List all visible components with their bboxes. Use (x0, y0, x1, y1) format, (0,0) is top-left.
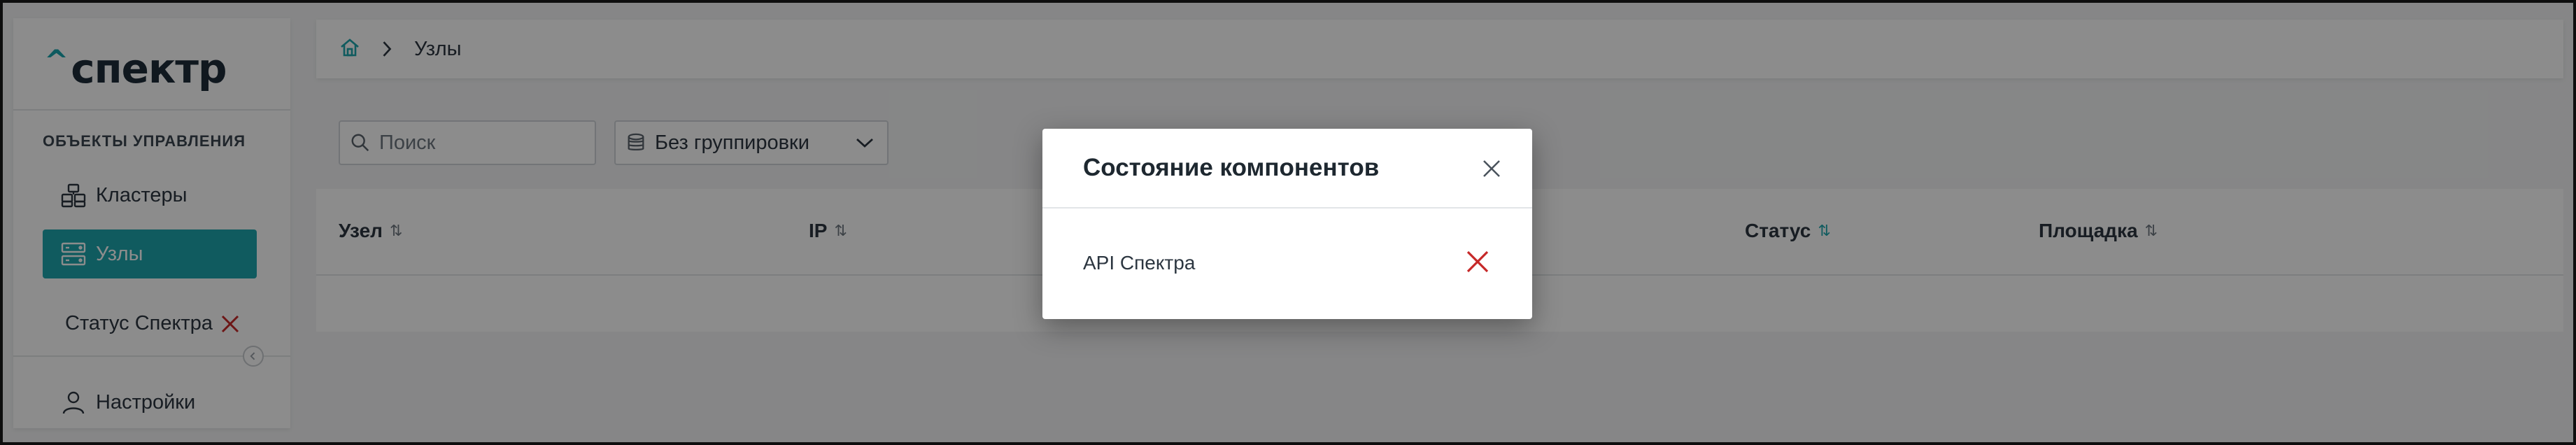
close-icon[interactable] (1480, 157, 1503, 180)
component-row: API Спектра (1042, 209, 1532, 318)
dialog-header: Состояние компонентов (1042, 129, 1532, 209)
dialog-title: Состояние компонентов (1083, 154, 1380, 181)
error-x-icon (1466, 250, 1489, 273)
component-name: API Спектра (1083, 252, 1196, 274)
components-status-dialog: Состояние компонентов API Спектра (1042, 129, 1532, 319)
